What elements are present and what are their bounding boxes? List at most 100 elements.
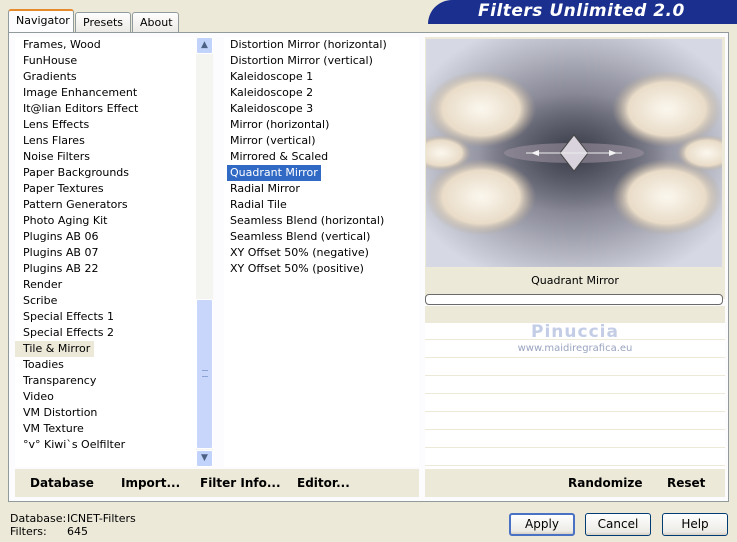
filter-item[interactable]: XY Offset 50% (negative)	[224, 245, 419, 261]
category-label: FunHouse	[23, 54, 78, 67]
category-item[interactable]: Plugins AB 07	[15, 245, 198, 261]
navigator-panel: Frames, Wood FunHouse Gradients Image Enhan…	[8, 32, 729, 502]
category-label: Lens Effects	[23, 118, 90, 131]
filter-label: Kaleidoscope 2	[230, 86, 314, 99]
filter-label: Mirror (vertical)	[230, 134, 316, 147]
category-list[interactable]: Frames, Wood FunHouse Gradients Image Enhan…	[15, 37, 198, 467]
watermark-site: www.maidiregrafica.eu	[517, 343, 633, 354]
category-label: VM Distortion	[23, 406, 98, 419]
category-label: It@lian Editors Effect	[23, 102, 139, 115]
category-item[interactable]: VM Texture	[15, 421, 198, 437]
filter-item[interactable]: Seamless Blend (vertical)	[224, 229, 419, 245]
tab-about[interactable]: About	[132, 12, 179, 32]
filter-item[interactable]: Kaleidoscope 3	[224, 101, 419, 117]
filter-item[interactable]: Distortion Mirror (horizontal)	[224, 37, 419, 53]
filter-list[interactable]: Distortion Mirror (horizontal) Distortion…	[224, 37, 419, 467]
category-item[interactable]: Video	[15, 389, 198, 405]
category-item[interactable]: Image Enhancement	[15, 85, 198, 101]
watermark-name: Pinuccia	[531, 322, 619, 342]
preview-image	[426, 39, 722, 267]
filter-label: Mirrored & Scaled	[230, 150, 329, 163]
filter-label: Seamless Blend (vertical)	[230, 230, 371, 243]
category-item[interactable]: Frames, Wood	[15, 37, 198, 53]
filter-item[interactable]: Kaleidoscope 2	[224, 85, 419, 101]
quadrant-mirror-preview-image	[426, 39, 722, 267]
apply-button[interactable]: Apply	[509, 513, 575, 536]
category-item[interactable]: Transparency	[15, 373, 198, 389]
filter-label: Radial Tile	[230, 198, 287, 211]
category-item[interactable]: Scribe	[15, 293, 198, 309]
category-item[interactable]: Pattern Generators	[15, 197, 198, 213]
category-item[interactable]: Paper Textures	[15, 181, 198, 197]
category-label: Plugins AB 22	[23, 262, 99, 275]
category-scrollbar[interactable]: ▲ ▼	[196, 37, 213, 467]
category-label: Toadies	[23, 358, 64, 371]
category-item[interactable]: Tile & Mirror	[15, 341, 198, 357]
category-item[interactable]: °v° Kiwi`s Oelfilter	[15, 437, 198, 453]
scroll-up-button[interactable]: ▲	[196, 37, 213, 54]
param-row	[425, 413, 725, 430]
filter-label: Radial Mirror	[230, 182, 300, 195]
category-label: Plugins AB 07	[23, 246, 99, 259]
category-item[interactable]: Toadies	[15, 357, 198, 373]
filter-item[interactable]: XY Offset 50% (positive)	[224, 261, 419, 277]
filter-item[interactable]: Mirror (horizontal)	[224, 117, 419, 133]
filter-item[interactable]: Kaleidoscope 1	[224, 69, 419, 85]
database-value: ICNET-Filters	[67, 512, 136, 525]
reset-button[interactable]: Reset	[667, 476, 705, 490]
cancel-button[interactable]: Cancel	[585, 513, 651, 536]
category-item[interactable]: Plugins AB 22	[15, 261, 198, 277]
param-row	[425, 306, 725, 323]
category-label: Scribe	[23, 294, 58, 307]
progress-bar	[425, 294, 723, 305]
filters-label: Filters:	[10, 525, 47, 538]
category-label: °v° Kiwi`s Oelfilter	[23, 438, 126, 451]
app-title: Filters Unlimited 2.0	[428, 0, 737, 24]
filter-item[interactable]: Seamless Blend (horizontal)	[224, 213, 419, 229]
category-label: Video	[23, 390, 54, 403]
scroll-down-button[interactable]: ▼	[196, 450, 213, 467]
category-item[interactable]: Plugins AB 06	[15, 229, 198, 245]
category-label: Pattern Generators	[23, 198, 128, 211]
filters-count: 645	[67, 525, 88, 538]
category-label: VM Texture	[23, 422, 84, 435]
param-row	[425, 359, 725, 376]
filter-item[interactable]: Mirrored & Scaled	[224, 149, 419, 165]
category-item[interactable]: Special Effects 2	[15, 325, 198, 341]
filter-item[interactable]: Radial Tile	[224, 197, 419, 213]
category-item[interactable]: Lens Effects	[15, 117, 198, 133]
category-item[interactable]: Noise Filters	[15, 149, 198, 165]
database-button[interactable]: Database	[30, 476, 94, 490]
tab-navigator[interactable]: Navigator	[8, 9, 74, 32]
category-item[interactable]: Render	[15, 277, 198, 293]
category-item[interactable]: Paper Backgrounds	[15, 165, 198, 181]
status-info: Database:ICNET-Filters Filters: 645	[10, 512, 136, 538]
filter-label: Quadrant Mirror	[227, 165, 321, 181]
category-label: Lens Flares	[23, 134, 85, 147]
preview-frame	[425, 37, 725, 269]
grip-icon	[202, 370, 208, 377]
help-button[interactable]: Help	[662, 513, 728, 536]
editor-button[interactable]: Editor...	[297, 476, 350, 490]
filter-info-button[interactable]: Filter Info...	[200, 476, 281, 490]
category-item[interactable]: Photo Aging Kit	[15, 213, 198, 229]
category-label: Noise Filters	[23, 150, 90, 163]
category-item[interactable]: VM Distortion	[15, 405, 198, 421]
filter-item[interactable]: Mirror (vertical)	[224, 133, 419, 149]
filter-item[interactable]: Radial Mirror	[224, 181, 419, 197]
scroll-thumb[interactable]	[196, 299, 213, 449]
filter-label: Mirror (horizontal)	[230, 118, 330, 131]
category-label: Tile & Mirror	[15, 341, 95, 357]
randomize-button[interactable]: Randomize	[568, 476, 642, 490]
category-item[interactable]: Special Effects 1	[15, 309, 198, 325]
filter-item[interactable]: Quadrant Mirror	[224, 165, 419, 181]
tab-presets[interactable]: Presets	[75, 12, 131, 32]
category-item[interactable]: Lens Flares	[15, 133, 198, 149]
import-button[interactable]: Import...	[121, 476, 180, 490]
category-item[interactable]: It@lian Editors Effect	[15, 101, 198, 117]
filter-label: Distortion Mirror (horizontal)	[230, 38, 387, 51]
filter-label: Distortion Mirror (vertical)	[230, 54, 373, 67]
category-item[interactable]: FunHouse	[15, 53, 198, 69]
category-item[interactable]: Gradients	[15, 69, 198, 85]
filter-item[interactable]: Distortion Mirror (vertical)	[224, 53, 419, 69]
